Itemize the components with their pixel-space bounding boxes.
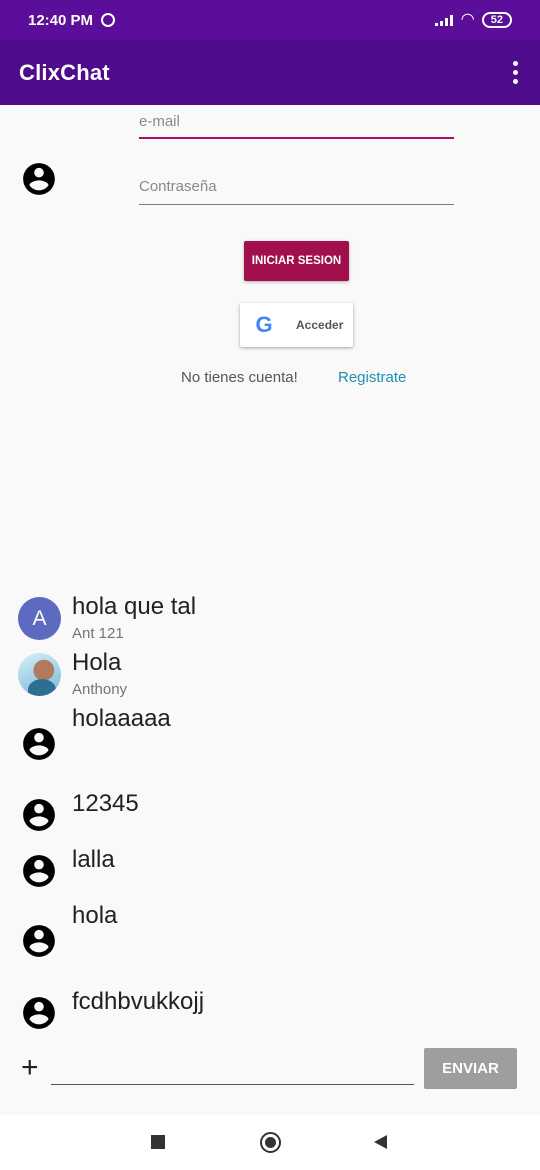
- account-circle-icon: [20, 922, 58, 965]
- message-item: lalla: [0, 846, 540, 902]
- message-item: 12345: [0, 790, 540, 846]
- password-field[interactable]: Contraseña: [139, 178, 454, 205]
- no-account-text: No tienes cuenta!: [181, 369, 298, 386]
- login-button[interactable]: INICIAR SESION: [244, 241, 349, 281]
- status-icons: ◠ 52: [435, 12, 512, 28]
- status-time: 12:40 PM: [28, 11, 94, 29]
- google-signin-button[interactable]: G Acceder: [240, 303, 353, 347]
- message-text: hola: [72, 902, 118, 929]
- account-circle-icon: [20, 725, 58, 768]
- overflow-menu-icon[interactable]: [509, 61, 521, 84]
- google-signin-label: Acceder: [296, 318, 344, 332]
- password-placeholder: Contraseña: [139, 178, 217, 195]
- signal-icon: [435, 14, 454, 26]
- account-circle-icon: [20, 994, 58, 1037]
- alarm-icon: [101, 13, 116, 27]
- back-icon[interactable]: [374, 1135, 387, 1149]
- google-icon: G: [255, 312, 273, 337]
- account-circle-icon: [20, 796, 58, 839]
- message-sender: Ant 121: [72, 625, 124, 642]
- avatar: A: [18, 597, 61, 640]
- message-item: A hola que tal Ant 121: [0, 593, 540, 649]
- message-item: hola: [0, 902, 540, 958]
- app-title: ClixChat: [19, 59, 110, 85]
- avatar-letter: A: [32, 606, 47, 630]
- navigation-bar: [0, 1115, 540, 1170]
- message-text: fcdhbvukkojj: [72, 988, 205, 1015]
- send-button[interactable]: ENVIAR: [424, 1048, 517, 1089]
- message-text: Hola: [72, 649, 122, 676]
- message-sender: Anthony: [72, 681, 128, 698]
- add-icon[interactable]: +: [21, 1053, 39, 1083]
- email-field[interactable]: e-mail: [139, 105, 454, 139]
- avatar: [18, 653, 61, 696]
- message-input[interactable]: [51, 1052, 414, 1085]
- account-circle-icon: [20, 160, 58, 203]
- message-item: Hola Anthony: [0, 649, 540, 705]
- account-circle-icon: [20, 852, 58, 895]
- message-item: fcdhbvukkojj: [0, 988, 540, 1044]
- home-icon[interactable]: [260, 1132, 281, 1153]
- app-bar: ClixChat: [0, 40, 540, 105]
- message-text: lalla: [72, 846, 115, 873]
- email-placeholder: e-mail: [139, 113, 180, 130]
- recents-icon[interactable]: [151, 1135, 165, 1149]
- battery-icon: 52: [481, 12, 512, 28]
- message-text: 12345: [72, 790, 139, 817]
- wifi-icon: ◠: [461, 11, 474, 28]
- message-text: holaaaaa: [72, 705, 171, 732]
- register-link[interactable]: Registrate: [338, 369, 406, 386]
- message-text: hola que tal: [72, 593, 197, 620]
- status-bar: 12:40 PM ◠ 52: [0, 0, 540, 40]
- message-item: holaaaaa: [0, 705, 540, 761]
